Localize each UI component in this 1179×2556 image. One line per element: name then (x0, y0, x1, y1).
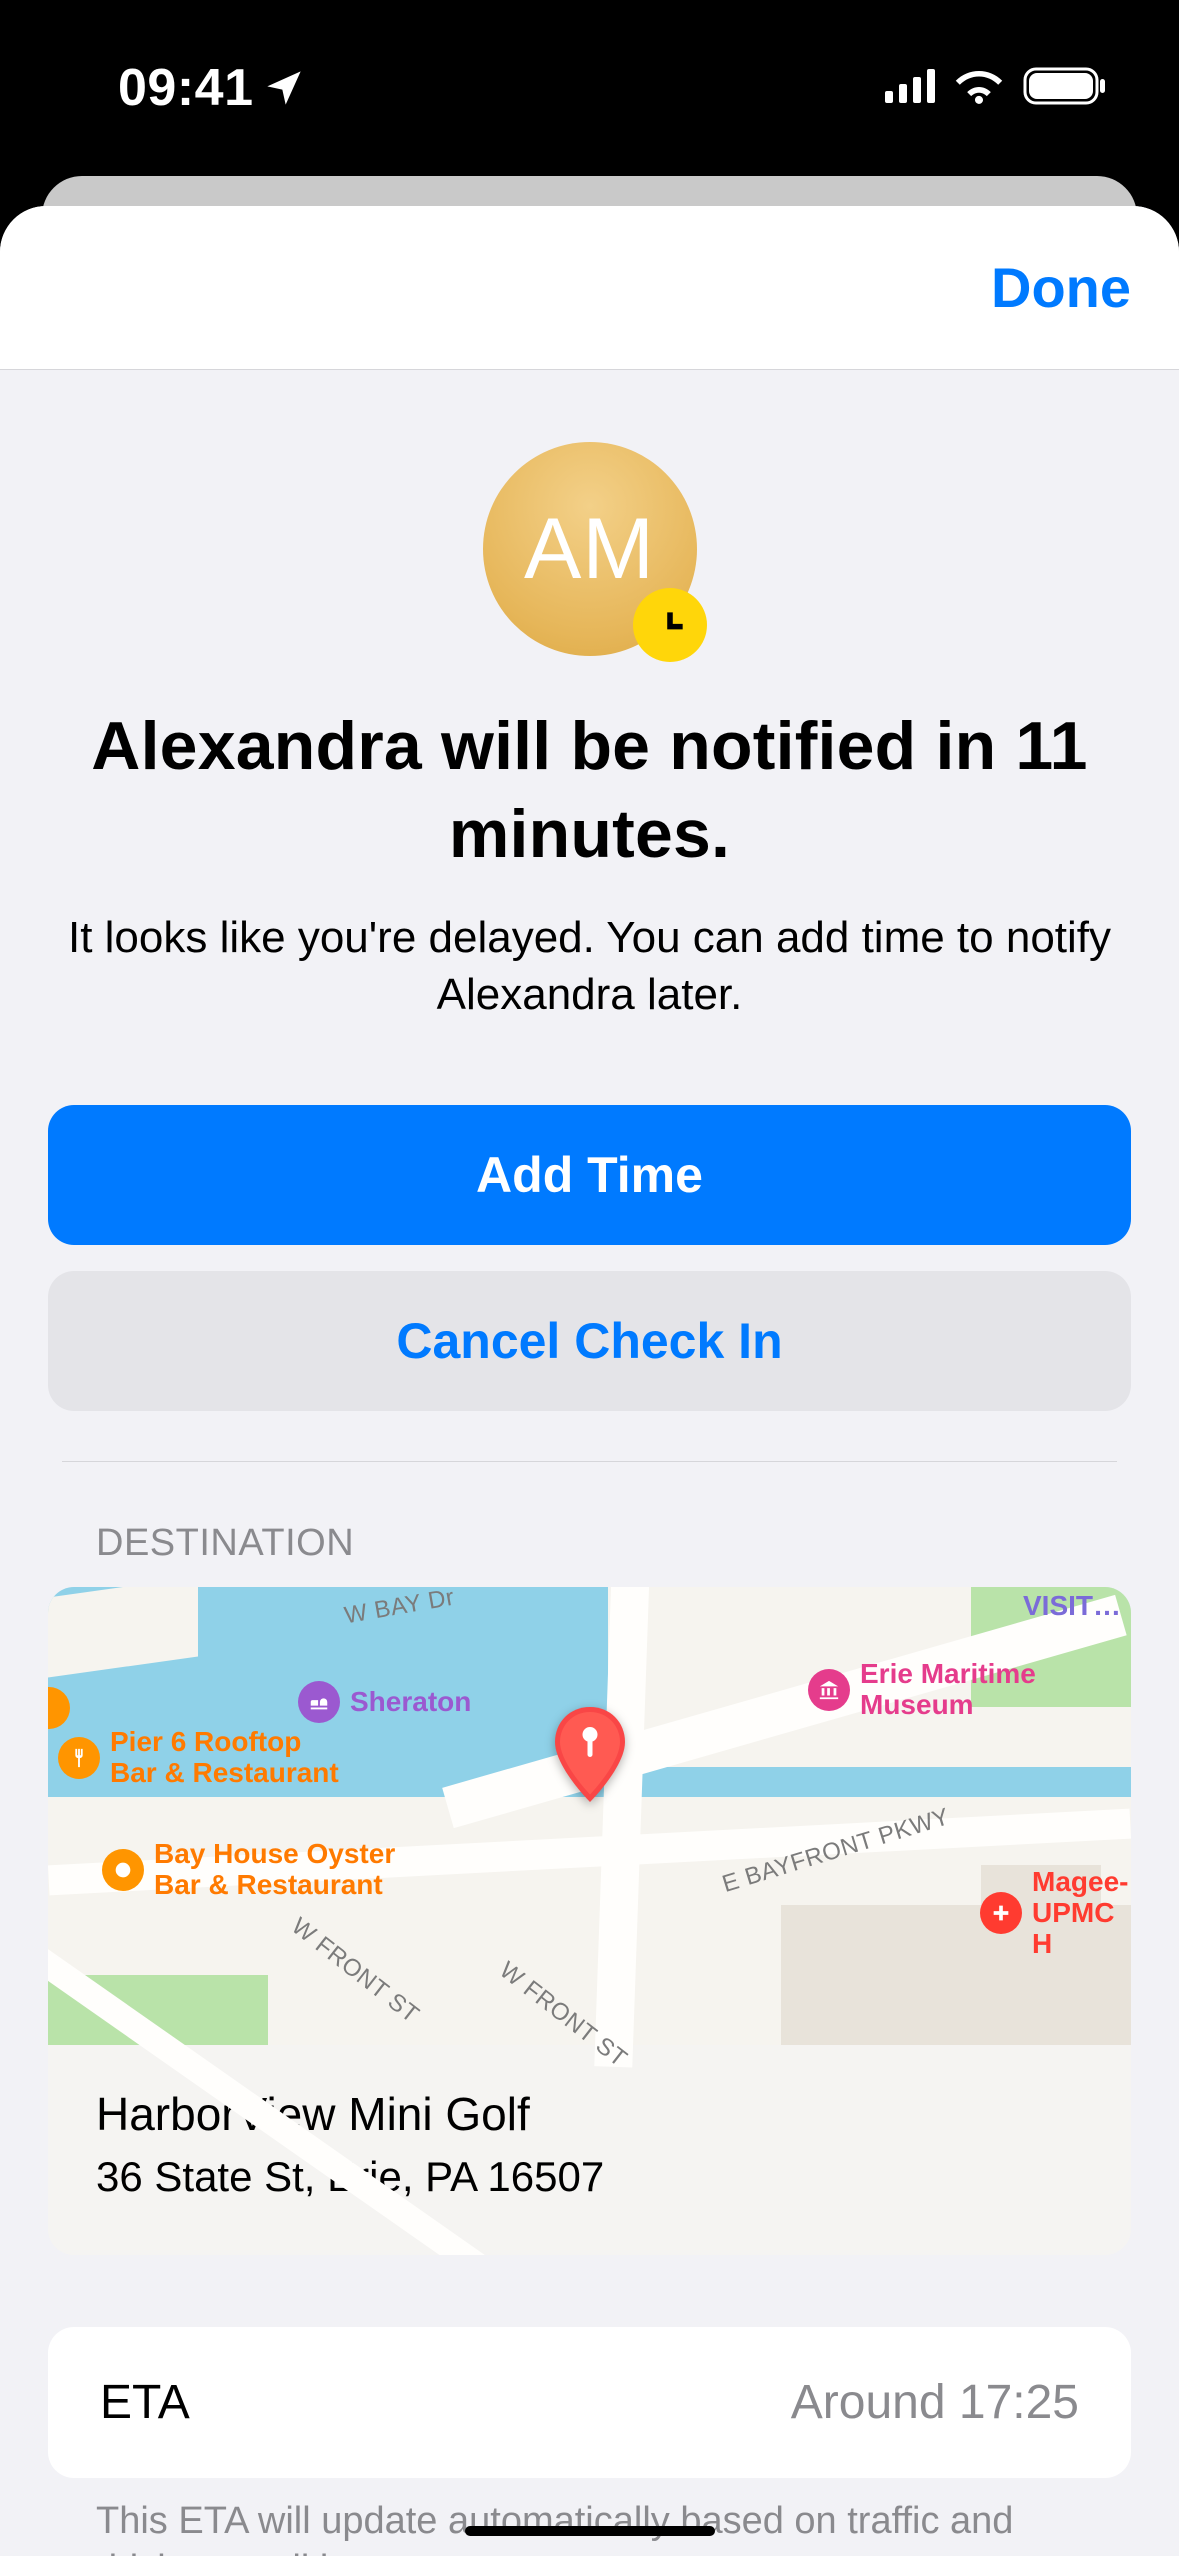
map-poi-visit: VISIT… (1023, 1591, 1121, 1622)
hospital-icon (980, 1892, 1022, 1934)
sheet-toolbar: Done (0, 206, 1179, 370)
map-poi-sheraton: Sheraton (298, 1681, 471, 1723)
map-poi-pier6: Pier 6 Rooftop Bar & Restaurant (58, 1727, 340, 1789)
status-bar: 09:41 (0, 0, 1179, 176)
wifi-icon (953, 67, 1005, 110)
avatar-initials: AM (524, 500, 655, 599)
map-poi-cutoff (48, 1687, 70, 1729)
map-poi-magee: Magee-UPMC H (980, 1867, 1131, 1959)
status-time-wrap: 09:41 (118, 58, 304, 118)
eta-label: ETA (100, 2375, 190, 2430)
map-poi-erie-maritime: Erie Maritime Museum (808, 1659, 1060, 1721)
eta-value: Around 17:25 (791, 2375, 1079, 2430)
avatar-container: AM (0, 442, 1179, 656)
destination-address: 36 State St, Erie, PA 16507 (96, 2153, 1083, 2201)
notification-headline: Alexandra will be notified in 11 minutes… (50, 702, 1129, 879)
cellular-icon (885, 69, 935, 108)
location-services-icon (264, 68, 304, 108)
notification-subtext: It looks like you're delayed. You can ad… (60, 909, 1119, 1023)
status-time: 09:41 (118, 58, 254, 118)
museum-icon (808, 1669, 850, 1711)
destination-section-header: DESTINATION (96, 1522, 1179, 1565)
done-button[interactable]: Done (991, 255, 1131, 320)
battery-icon (1023, 67, 1107, 110)
section-divider (62, 1461, 1117, 1462)
add-time-button[interactable]: Add Time (48, 1105, 1131, 1245)
eta-row[interactable]: ETA Around 17:25 (48, 2327, 1131, 2478)
poi-icon (48, 1687, 70, 1729)
action-buttons: Add Time Cancel Check In (48, 1105, 1131, 1411)
hotel-icon (298, 1681, 340, 1723)
home-indicator[interactable] (465, 2526, 715, 2536)
contact-avatar: AM (483, 442, 697, 656)
map-poi-bayhouse: Bay House Oyster Bar & Restaurant (102, 1839, 434, 1901)
destination-card[interactable]: W BAY Dr W FRONT ST W FRONT ST E BAYFRON… (48, 1587, 1131, 2255)
restaurant-icon (58, 1737, 100, 1779)
destination-map[interactable]: W BAY Dr W FRONT ST W FRONT ST E BAYFRON… (48, 1587, 1131, 2045)
destination-pin-icon (551, 1707, 629, 1807)
clock-badge-icon (633, 588, 707, 662)
cancel-checkin-button[interactable]: Cancel Check In (48, 1271, 1131, 1411)
checkin-modal-sheet: Done AM Alexandra will be notified in 11… (0, 206, 1179, 2556)
restaurant-icon (102, 1849, 144, 1891)
sheet-content[interactable]: AM Alexandra will be notified in 11 minu… (0, 370, 1179, 2556)
status-right (885, 67, 1107, 110)
